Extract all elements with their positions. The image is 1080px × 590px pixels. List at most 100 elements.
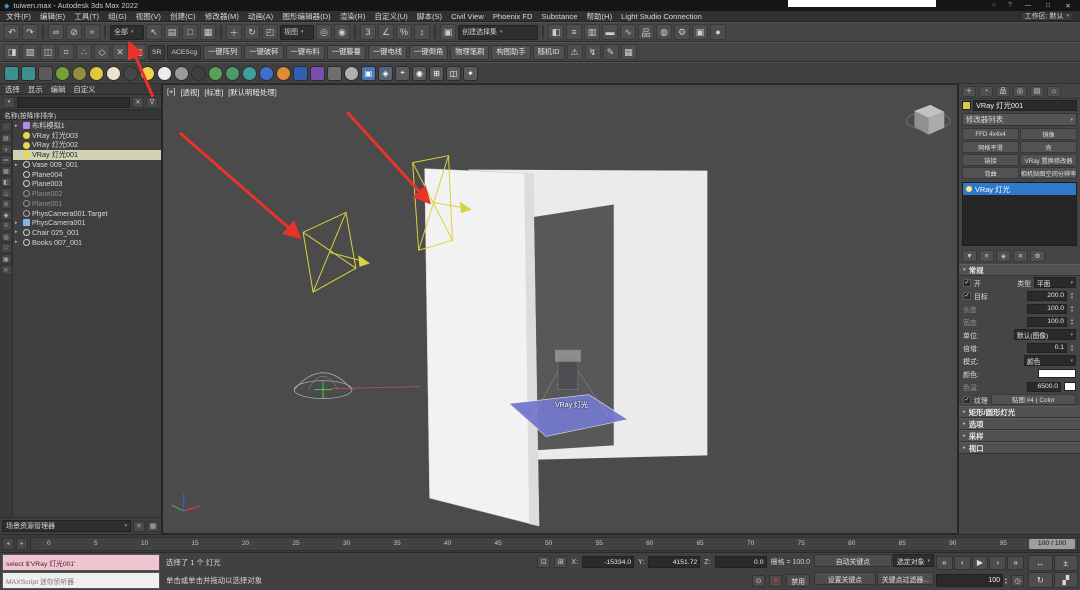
- rollout-header[interactable]: 选项: [959, 418, 1080, 430]
- expander-icon[interactable]: ▸: [15, 239, 21, 245]
- expander-icon[interactable]: ▸: [15, 229, 21, 235]
- frame-spinner[interactable]: [1004, 577, 1010, 585]
- explorer-tool-icon[interactable]: ✕: [1, 265, 12, 275]
- scene-object-row[interactable]: VRay 灯光002: [13, 140, 161, 150]
- modifier-button[interactable]: 网格平滑: [962, 141, 1019, 153]
- configure-modifier-sets-icon[interactable]: ⚙: [1030, 250, 1045, 262]
- grid-tool-icon[interactable]: ⌗: [58, 44, 74, 60]
- menu-item[interactable]: 脚本(S): [417, 11, 442, 22]
- scene-object-row[interactable]: VRay 灯光001: [13, 150, 161, 160]
- close-button[interactable]: ✕: [1060, 1, 1076, 11]
- modifier-button[interactable]: 壳: [1020, 141, 1077, 153]
- on-checkbox[interactable]: [963, 279, 971, 287]
- spinner-snap-icon[interactable]: ↕: [414, 24, 430, 40]
- x-coord-field[interactable]: -15334.0: [582, 556, 634, 568]
- align-tool-icon[interactable]: ◫: [40, 44, 56, 60]
- scatter-tool-icon[interactable]: ∴: [76, 44, 92, 60]
- unlink-selection-icon[interactable]: ⊘: [66, 24, 82, 40]
- modifier-button[interactable]: 镜像: [1020, 128, 1077, 140]
- explorer-tool-icon[interactable]: ▣: [1, 254, 12, 264]
- material-editor-icon[interactable]: ◍: [656, 24, 672, 40]
- expander-icon[interactable]: ▸: [15, 220, 21, 226]
- menu-item[interactable]: 文件(F): [6, 11, 31, 22]
- viewport-label[interactable]: [+]: [167, 87, 175, 98]
- snap-toggle-3d-icon[interactable]: 3: [360, 24, 376, 40]
- window-crossing-icon[interactable]: ▦: [200, 24, 216, 40]
- lightning-icon[interactable]: ↯: [585, 44, 601, 60]
- maximize-button[interactable]: □: [1040, 1, 1056, 11]
- previous-frame-button[interactable]: ‹: [954, 556, 971, 570]
- menu-item[interactable]: 组(G): [108, 11, 127, 22]
- script-icon-dot[interactable]: ◉: [412, 66, 427, 81]
- script-icon-sphere[interactable]: [344, 66, 359, 81]
- target-distance-field[interactable]: 200.0: [1027, 291, 1067, 301]
- create-tab-icon[interactable]: ＋: [962, 86, 976, 97]
- expander-icon[interactable]: ▸: [15, 162, 21, 168]
- select-by-name-icon[interactable]: ▤: [164, 24, 180, 40]
- search-icon[interactable]: ○: [988, 2, 1000, 9]
- texture-map-button[interactable]: 贴图 #4 ( Color: [991, 394, 1076, 405]
- modifier-button[interactable]: 相机贴图空间分辨率: [1020, 167, 1077, 179]
- search-input[interactable]: [17, 97, 130, 108]
- script-icon-blue[interactable]: [259, 66, 274, 81]
- script-button[interactable]: 一键电线: [368, 45, 407, 60]
- sr-toggle[interactable]: SR: [148, 45, 165, 60]
- menu-item[interactable]: 创建(C): [170, 11, 196, 22]
- script-button[interactable]: 一键破碎: [244, 45, 283, 60]
- reference-coordinate-dropdown[interactable]: 视图: [280, 25, 314, 40]
- script-button[interactable]: 构图助手: [491, 45, 530, 60]
- align-icon[interactable]: ≡: [566, 24, 582, 40]
- set-key-button[interactable]: 设置关键点: [814, 572, 876, 585]
- explorer-column-header[interactable]: 名称(按降序排序): [0, 109, 161, 120]
- explorer-tool-icon[interactable]: ◌: [1, 122, 12, 132]
- multiplier-field[interactable]: 0.1: [1027, 343, 1067, 353]
- select-object-icon[interactable]: ↖: [146, 24, 162, 40]
- remove-modifier-icon[interactable]: ✕: [1013, 250, 1028, 262]
- timeline-mode-icon[interactable]: ◂: [2, 538, 14, 550]
- explorer-tool-icon[interactable]: ▤: [1, 133, 12, 143]
- z-coord-field[interactable]: 0.0: [715, 556, 767, 568]
- workspace-selector[interactable]: 工作区: 默认: [1020, 12, 1074, 21]
- script-icon-star[interactable]: ✦: [463, 66, 478, 81]
- explorer-selector-combo[interactable]: 场景资源管理器: [2, 520, 131, 532]
- scene-object-row[interactable]: VRay 灯光003: [13, 131, 161, 141]
- script-icon-blue-square[interactable]: [293, 66, 308, 81]
- type-dropdown[interactable]: 平面: [1034, 277, 1076, 288]
- explorer-menu-item[interactable]: 显示: [28, 84, 43, 95]
- menu-item[interactable]: 图形编辑器(D): [282, 11, 331, 22]
- target-spinner[interactable]: [1070, 292, 1076, 300]
- script-icon-orange[interactable]: [276, 66, 291, 81]
- modifier-button[interactable]: FFD 4x4x4: [962, 128, 1019, 140]
- script-icon-white[interactable]: [157, 66, 172, 81]
- auto-key-button[interactable]: 自动关键点: [814, 554, 892, 567]
- script-button[interactable]: 一键布料: [286, 45, 325, 60]
- script-icon-gray[interactable]: [174, 66, 189, 81]
- scene-object-row[interactable]: PhysCamera001.Target: [13, 208, 161, 218]
- perspective-viewport[interactable]: [+][透视][标准][默认明暗处理]: [162, 84, 958, 534]
- explorer-tool-icon[interactable]: ◍: [1, 232, 12, 242]
- search-scope-dropdown[interactable]: ▾: [3, 97, 15, 108]
- menu-item[interactable]: Phoenix FD: [493, 12, 533, 21]
- script-icon-teal3[interactable]: [242, 66, 257, 81]
- modifier-button[interactable]: VRay 置换修改器: [1020, 154, 1077, 166]
- explorer-tool-icon[interactable]: ◧: [1, 177, 12, 187]
- orbit-view-icon[interactable]: ↻: [1028, 572, 1053, 588]
- time-slider-handle[interactable]: 100 / 100: [1029, 539, 1075, 549]
- selection-filter-dropdown[interactable]: 全部: [110, 25, 144, 40]
- scene-object-row[interactable]: ▸ PhysCamera001: [13, 218, 161, 228]
- scene-object-row[interactable]: Plane001: [13, 199, 161, 209]
- script-icon-green3[interactable]: [225, 66, 240, 81]
- modifier-button[interactable]: 链接: [962, 154, 1019, 166]
- menu-item[interactable]: 动画(A): [248, 11, 273, 22]
- script-icon-charcoal[interactable]: [123, 66, 138, 81]
- angle-snap-icon[interactable]: ∠: [378, 24, 394, 40]
- script-button[interactable]: 随机ID: [533, 45, 565, 60]
- scene-object-row[interactable]: ▸ Chair 025_001: [13, 228, 161, 238]
- mirror-icon[interactable]: ◧: [548, 24, 564, 40]
- menu-item[interactable]: 自定义(U): [374, 11, 407, 22]
- units-dropdown[interactable]: 默认(图像): [1014, 329, 1076, 340]
- menu-item[interactable]: Substance: [542, 12, 578, 21]
- redo-icon[interactable]: ↷: [22, 24, 38, 40]
- motion-tab-icon[interactable]: ◎: [1013, 86, 1027, 97]
- menu-item[interactable]: 修改器(M): [205, 11, 239, 22]
